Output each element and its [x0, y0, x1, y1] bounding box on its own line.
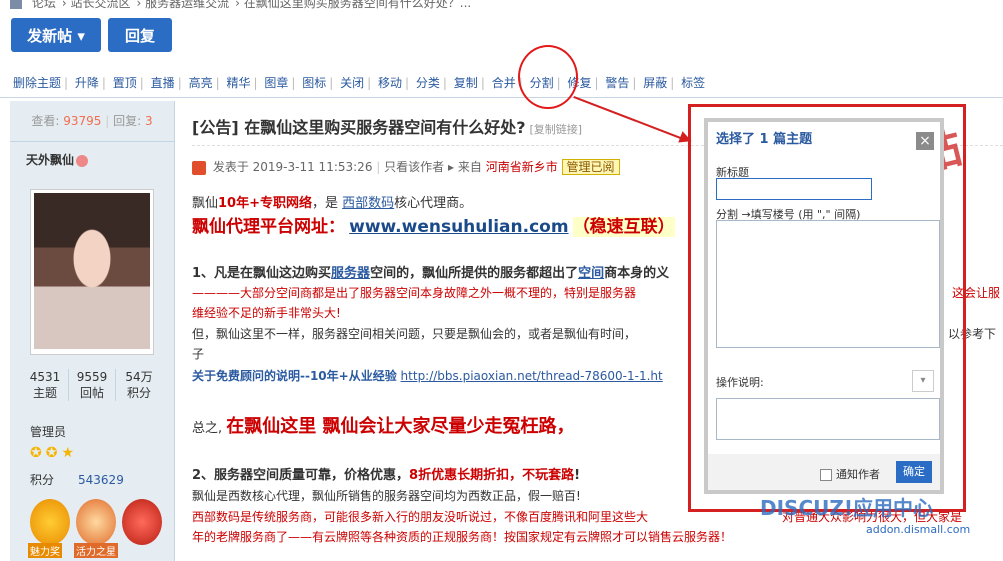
link-site[interactable]: www.wensuhulian.com: [349, 217, 568, 237]
author-sidebar: 查看: 93795 | 回复: 3 天外飘仙 4531 主题 9559 回帖 54万…: [10, 101, 175, 561]
split-dialog: 选择了 1 篇主题 × 新标题 分割 →填写楼号 (用 "," 间隔) 操作说明…: [704, 118, 944, 494]
post-meta: 发表于 2019-3-11 11:53:26 | 只看该作者 ▸ 来自 河南省新…: [192, 158, 620, 175]
moderated-badge: 管理已阅: [561, 159, 620, 175]
note-label: 操作说明:: [716, 376, 764, 389]
mod-ban[interactable]: 屏蔽: [643, 76, 667, 90]
post-title: [公告] 在飘仙这里购买服务器空间有什么好处? [复制链接]: [192, 118, 583, 137]
mod-stamp[interactable]: 图章: [264, 76, 288, 90]
dialog-title: 选择了 1 篇主题: [716, 132, 813, 147]
user-group[interactable]: 管理员: [30, 423, 66, 440]
mod-delete[interactable]: 删除主题: [13, 76, 61, 90]
mod-warn[interactable]: 警告: [605, 76, 629, 90]
author-mark-icon: [192, 160, 206, 175]
medal-heart-icon[interactable]: [122, 499, 162, 545]
highlight-circle: [518, 45, 578, 109]
author-stats: 4531 主题 9559 回帖 54万 积分: [22, 369, 162, 401]
mod-close[interactable]: 关闭: [340, 76, 364, 90]
avatar[interactable]: [30, 189, 154, 355]
moderation-toolbar: 删除主题 | 升降 | 置顶 | 直播 | 高亮 | 精华 | 图章 | 图标 | 关闭 | 移动…: [13, 76, 706, 90]
post-line: 但，飘仙这里不一样，服务器空间相关问题，只要是飘仙会的，或者是飘仙有时间， 以参考…: [192, 327, 997, 341]
medal-charm-icon[interactable]: [30, 499, 70, 545]
post-line: 子: [192, 347, 205, 361]
post-line: 2、服务器空间质量可靠，价格优惠，8折优惠长期折扣，不玩套路!: [192, 468, 581, 483]
mod-digest[interactable]: 精华: [226, 76, 250, 90]
breadcrumb-item[interactable]: 论坛: [32, 0, 56, 10]
post-line: 飘仙是西数核心代理，飘仙所销售的服务器空间均为西数正品，假一赔百!: [192, 489, 581, 503]
mod-bump[interactable]: 升降: [75, 76, 99, 90]
reply-button[interactable]: 回复: [108, 18, 172, 52]
mod-category[interactable]: 分类: [416, 76, 440, 90]
rank-stars-icon: ✪✪★: [30, 445, 79, 461]
home-icon[interactable]: [10, 0, 22, 9]
checkbox-icon[interactable]: [820, 469, 832, 481]
mod-icon[interactable]: 图标: [302, 76, 326, 90]
mod-highlight[interactable]: 高亮: [189, 76, 213, 90]
dialog-footer: 通知作者 确定: [708, 454, 940, 490]
link-server[interactable]: 服务器: [331, 266, 370, 281]
post-line: 西部数码是传统服务商，可能很多新入行的朋友没听说过，不像百度腾讯和阿里这些大 对普…: [192, 510, 963, 524]
discuz-watermark: DISCUZ!应用中心: [760, 496, 933, 520]
post-line: 年的老牌服务商了——有云牌照等各种资质的正规服务商！按国家规定有云牌照才可以销售…: [192, 530, 733, 544]
author-only-link[interactable]: 只看该作者: [384, 160, 444, 174]
thread-stats: 查看: 93795 | 回复: 3: [10, 101, 174, 142]
chevron-down-icon[interactable]: ▾: [912, 370, 934, 392]
confirm-button[interactable]: 确定: [896, 461, 932, 483]
medal-star-icon[interactable]: [76, 499, 116, 545]
post-line: 1、凡是在飘仙这边购买服务器空间的，飘仙所提供的服务都超出了空间商本身的义: [192, 266, 670, 281]
breadcrumb: 论坛 › 站长交流区 › 服务器运维交流 › 在飘仙这里购买服务器空间有什么好处？..…: [10, 0, 477, 10]
post-line: 总之, 在飘仙这里 飘仙会让大家尽量少走冤枉路，: [192, 416, 575, 437]
breadcrumb-item[interactable]: 服务器运维交流: [145, 0, 229, 10]
views-count: 93795: [63, 114, 102, 128]
copy-link[interactable]: [复制链接]: [529, 123, 582, 136]
stat-threads[interactable]: 4531 主题: [22, 369, 69, 401]
mod-copy[interactable]: 复制: [454, 76, 478, 90]
link-thread[interactable]: http://bbs.piaoxian.net/thread-78600-1-1…: [401, 369, 663, 383]
callout-arrow: [573, 96, 688, 142]
post-line: 飘仙代理平台网址： www.wensuhulian.com （稳速互联）: [192, 217, 675, 237]
divider: [0, 97, 1003, 98]
post-line: 关于免费顾问的说明--10年+从业经验 http://bbs.piaoxian.…: [192, 369, 663, 383]
link-space[interactable]: 空间: [578, 266, 604, 281]
points-row: 积分 543629: [30, 473, 124, 487]
stat-points[interactable]: 54万 积分: [116, 369, 162, 401]
close-icon[interactable]: ×: [916, 132, 934, 150]
stat-posts[interactable]: 9559 回帖: [69, 369, 116, 401]
replies-count: 3: [145, 114, 153, 128]
location: 河南省新乡市: [485, 160, 558, 174]
link-xbdm[interactable]: 西部数码: [342, 196, 394, 211]
mod-live[interactable]: 直播: [151, 76, 175, 90]
new-post-button[interactable]: 发新帖 ▾: [11, 18, 101, 52]
mod-move[interactable]: 移动: [378, 76, 402, 90]
post-line: 维经验不足的新手非常头大!: [192, 306, 341, 320]
author-name[interactable]: 天外飘仙: [26, 151, 89, 168]
mod-merge[interactable]: 合并: [492, 76, 516, 90]
discuz-watermark-url: addon.dismall.com: [866, 523, 971, 536]
breadcrumb-item[interactable]: 站长交流区: [70, 0, 130, 10]
notify-author-checkbox[interactable]: 通知作者: [820, 466, 880, 482]
new-title-input[interactable]: [716, 178, 872, 200]
breadcrumb-item[interactable]: 在飘仙这里购买服务器空间有什么好处？...: [244, 0, 471, 10]
split-floors-textarea[interactable]: [716, 220, 940, 348]
avatar-image: [34, 193, 150, 349]
gender-icon: [76, 154, 89, 167]
note-textarea[interactable]: [716, 398, 940, 440]
mod-tag[interactable]: 标签: [681, 76, 705, 90]
post-line: ————大部分空间商都是出了服务器空间本身故障之外一概不理的，特别是服务器 这会让…: [192, 286, 1001, 300]
post-line: 飘仙10年+专职网络，是 西部数码核心代理商。: [192, 196, 473, 211]
mod-sticky[interactable]: 置顶: [113, 76, 137, 90]
